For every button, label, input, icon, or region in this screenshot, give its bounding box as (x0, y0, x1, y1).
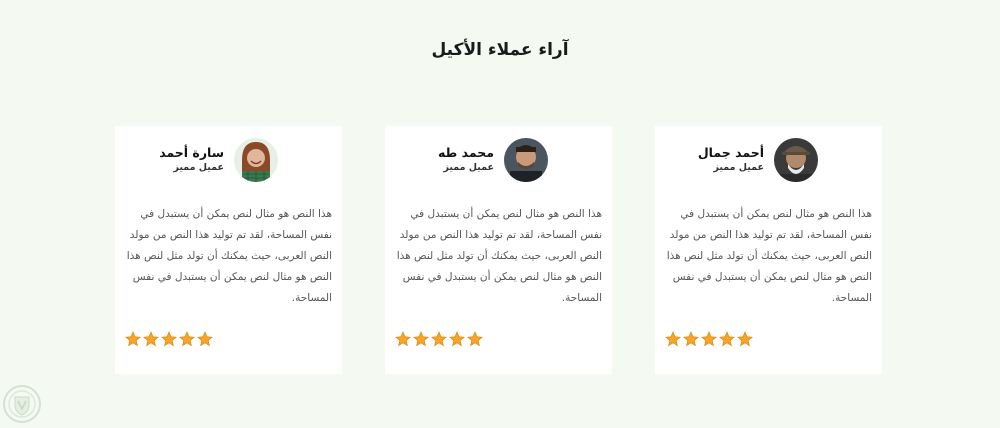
testimonial-card: سارة أحمد عميل مميز هذا النص هو مثال لنص… (115, 126, 342, 374)
review-text: هذا النص هو مثال لنص يمكن أن يستبدل في ن… (666, 208, 872, 304)
section-title: آراء عملاء الأكيل (431, 40, 569, 60)
review-text: هذا النص هو مثال لنص يمكن أن يستبدل في ن… (396, 208, 602, 304)
testimonial-header: محمد طه عميل مميز (438, 138, 548, 182)
avatar (234, 138, 278, 182)
star-icon (143, 331, 159, 347)
star-icon (701, 331, 717, 347)
star-icon (125, 331, 141, 347)
reviewer-role: عميل مميز (173, 162, 224, 173)
shield-logo-icon[interactable] (2, 384, 42, 424)
star-icon (737, 331, 753, 347)
testimonial-card: محمد طه عميل مميز هذا النص هو مثال لنص ي… (385, 126, 612, 374)
avatar (774, 138, 818, 182)
star-icon (665, 331, 681, 347)
star-icon (719, 331, 735, 347)
testimonial-header: أحمد جمال عميل مميز (698, 138, 818, 182)
star-icon (449, 331, 465, 347)
testimonial-card: أحمد جمال عميل مميز هذا النص هو مثال لنص… (655, 126, 882, 374)
star-icon (395, 331, 411, 347)
star-icon (197, 331, 213, 347)
star-rating (395, 331, 483, 347)
reviewer-name: أحمد جمال (697, 145, 764, 160)
star-icon (683, 331, 699, 347)
star-icon (413, 331, 429, 347)
star-rating (665, 331, 753, 347)
review-text: هذا النص هو مثال لنص يمكن أن يستبدل في ن… (126, 208, 332, 304)
star-icon (161, 331, 177, 347)
reviewer-name: سارة أحمد (159, 145, 224, 160)
star-icon (431, 331, 447, 347)
avatar (504, 138, 548, 182)
testimonial-header: سارة أحمد عميل مميز (159, 138, 278, 182)
reviewer-role: عميل مميز (443, 162, 494, 173)
reviewer-name: محمد طه (437, 145, 494, 160)
star-icon (179, 331, 195, 347)
star-rating (125, 331, 213, 347)
reviewer-role: عميل مميز (713, 162, 764, 173)
star-icon (467, 331, 483, 347)
